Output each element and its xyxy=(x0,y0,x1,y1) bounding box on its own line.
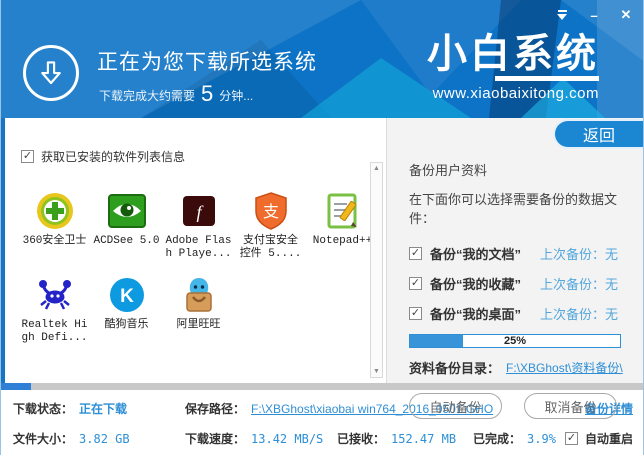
software-label: ACDSee 5.0 xyxy=(92,235,162,248)
auto-restart-row: ✓ 自动重启 xyxy=(565,430,633,447)
cancel-backup-button[interactable]: 取消备份 xyxy=(524,393,617,419)
speed-value: 13.42 MB/S xyxy=(251,432,323,446)
completed-label: 已完成： xyxy=(473,430,521,447)
adobe-flash-icon: f xyxy=(179,191,219,231)
realtek-icon xyxy=(35,275,75,315)
eta-suffix: 分钟... xyxy=(219,87,253,104)
page-title: 正在为您下载所选系统 xyxy=(97,46,317,76)
software-item[interactable]: Notepad++ xyxy=(307,191,378,261)
brand-name: 小白系统 xyxy=(427,33,599,75)
speed-label: 下载速度： xyxy=(185,430,245,447)
backup-favorites-checkbox[interactable]: ✓ xyxy=(409,277,422,290)
acdsee-icon xyxy=(107,191,147,231)
kugou-music-icon: K xyxy=(107,275,147,315)
svg-text:K: K xyxy=(120,286,134,307)
backup-option-label: 备份“我的桌面” xyxy=(430,304,532,323)
scroll-down-icon[interactable]: ▼ xyxy=(373,366,380,377)
app-window: – ✕ 正在为您下载所选系统 下载完成大约需要 5 分钟... 小白系统 www… xyxy=(0,0,644,455)
backup-documents-checkbox[interactable]: ✓ xyxy=(409,247,422,260)
backup-progress-bar: 25% xyxy=(409,334,621,348)
received-value: 152.47 MB xyxy=(391,432,456,446)
save-path-label: 保存路径： xyxy=(185,400,245,417)
software-item[interactable]: f Adobe Flash Playe... xyxy=(163,191,234,261)
backup-option-label: 备份“我的文档” xyxy=(430,244,532,263)
brand-underline xyxy=(495,76,599,81)
software-label: Adobe Flash Playe... xyxy=(164,235,234,261)
back-button[interactable]: 返回 xyxy=(553,119,643,149)
software-item[interactable]: K 酷狗音乐 xyxy=(91,275,162,345)
software-label: 阿里旺旺 xyxy=(164,319,234,332)
eta-prefix: 下载完成大约需要 xyxy=(99,87,195,104)
software-label: 360安全卫士 xyxy=(20,235,90,248)
software-item[interactable]: 支 支付宝安全 控件 5.... xyxy=(235,191,306,261)
backup-option-desktop: ✓ 备份“我的桌面” 上次备份：无 xyxy=(409,304,625,323)
backup-buttons: 自动备份 取消备份 xyxy=(409,393,625,419)
alipay-shield-icon: 支 xyxy=(251,191,291,231)
software-item[interactable]: Realtek High Defi... xyxy=(19,275,90,345)
software-item[interactable]: ACDSee 5.0 xyxy=(91,191,162,261)
360-safety-guard-icon xyxy=(35,191,75,231)
file-size-value: 3.82 GB xyxy=(79,432,130,446)
backup-option-label: 备份“我的收藏” xyxy=(430,274,532,293)
received-label: 已接收： xyxy=(337,430,385,447)
titlebar-controls: – ✕ xyxy=(551,6,637,24)
main-content: ✓ 获取已安装的软件列表信息 360安全卫士 xyxy=(1,118,644,383)
scroll-up-icon[interactable]: ▲ xyxy=(373,163,380,174)
software-label: Notepad++ xyxy=(308,235,378,248)
software-label: 支付宝安全 控件 5.... xyxy=(236,235,306,261)
download-progress-bar xyxy=(1,383,644,390)
file-size-label: 文件大小： xyxy=(13,430,73,447)
notepad-plus-plus-icon xyxy=(323,191,363,231)
last-backup-status: 上次备份：无 xyxy=(540,274,618,293)
software-grid: 360安全卫士 ACDSee 5.0 f xyxy=(19,191,386,345)
close-icon[interactable]: ✕ xyxy=(615,6,637,24)
get-software-row: ✓ 获取已安装的软件列表信息 xyxy=(21,148,386,165)
brand-website: www.xiaobaixitong.com xyxy=(427,85,599,102)
header: – ✕ 正在为您下载所选系统 下载完成大约需要 5 分钟... 小白系统 www… xyxy=(1,0,644,118)
completed-value: 3.9% xyxy=(527,432,556,446)
last-backup-status: 上次备份：无 xyxy=(540,304,618,323)
svg-text:支: 支 xyxy=(262,203,278,221)
backup-desktop-checkbox[interactable]: ✓ xyxy=(409,307,422,320)
software-item[interactable]: 阿里旺旺 xyxy=(163,275,234,345)
software-list-scrollbar[interactable]: ▲ ▼ xyxy=(370,162,383,378)
software-label: 酷狗音乐 xyxy=(92,319,162,332)
download-status-label: 下载状态： xyxy=(13,400,73,417)
software-item[interactable]: 360安全卫士 xyxy=(19,191,90,261)
download-arrow-icon xyxy=(23,45,79,101)
software-label: Realtek High Defi... xyxy=(20,319,90,345)
backup-panel-title: 备份用户资料 xyxy=(409,160,625,179)
minimize-icon[interactable]: – xyxy=(583,6,605,24)
brand-logo: 小白系统 www.xiaobaixitong.com xyxy=(427,33,599,102)
download-status-value: 正在下载 xyxy=(79,400,127,417)
backup-directory-row: 资料备份目录： F:\XBGhost\资料备份\ xyxy=(409,358,625,377)
auto-restart-checkbox[interactable]: ✓ xyxy=(565,432,578,445)
backup-option-documents: ✓ 备份“我的文档” 上次备份：无 xyxy=(409,244,625,263)
backup-progress-label: 25% xyxy=(410,335,620,347)
backup-panel-subtitle: 在下面你可以选择需要备份的数据文件： xyxy=(409,189,625,227)
download-progress-fill xyxy=(1,383,31,390)
get-software-checkbox[interactable]: ✓ xyxy=(21,150,34,163)
backup-panel: 备份用户资料 在下面你可以选择需要备份的数据文件： ✓ 备份“我的文档” 上次备… xyxy=(386,118,644,383)
auto-backup-button[interactable]: 自动备份 xyxy=(409,393,502,419)
last-backup-status: 上次备份：无 xyxy=(540,244,618,263)
aliwangwang-icon xyxy=(179,275,219,315)
skin-menu-icon[interactable] xyxy=(551,6,573,24)
download-eta: 下载完成大约需要 5 分钟... xyxy=(99,84,253,104)
auto-restart-label: 自动重启 xyxy=(585,430,633,447)
software-panel: ✓ 获取已安装的软件列表信息 360安全卫士 xyxy=(1,118,386,383)
backup-option-favorites: ✓ 备份“我的收藏” 上次备份：无 xyxy=(409,274,625,293)
eta-minutes: 5 xyxy=(201,84,213,104)
backup-directory-link[interactable]: F:\XBGhost\资料备份\ xyxy=(506,359,623,376)
status-row-2: 文件大小： 3.82 GB 下载速度： 13.42 MB/S 已接收： 152.… xyxy=(13,430,633,447)
backup-directory-label: 资料备份目录： xyxy=(409,358,500,377)
get-software-label: 获取已安装的软件列表信息 xyxy=(41,148,185,165)
